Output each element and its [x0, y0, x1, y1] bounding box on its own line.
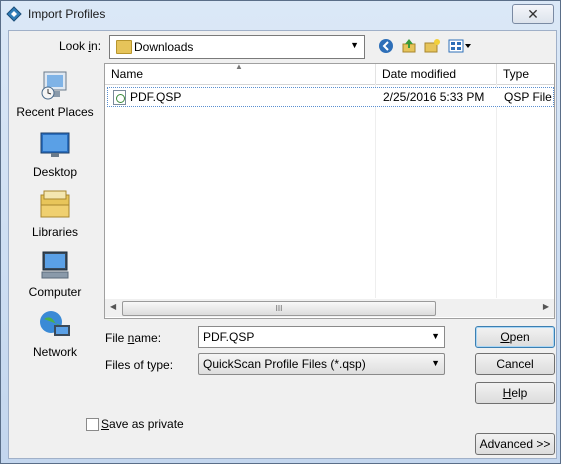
place-label: Desktop: [32, 165, 78, 179]
file-date-cell: 2/25/2016 5:33 PM: [383, 90, 485, 104]
file-name-value: PDF.QSP: [203, 330, 255, 344]
advanced-button[interactable]: Advanced >>: [475, 433, 555, 455]
file-row[interactable]: PDF.QSP 2/25/2016 5:33 PM QSP File: [107, 87, 554, 107]
place-libraries[interactable]: Libraries: [9, 189, 101, 239]
column-divider: [375, 84, 376, 298]
up-folder-icon[interactable]: [400, 37, 418, 55]
file-type-label: Files of type:: [105, 358, 174, 372]
save-as-private-label[interactable]: Save as private: [101, 417, 184, 431]
desktop-icon: [38, 129, 72, 161]
libraries-icon: [38, 189, 72, 221]
close-button[interactable]: ✕: [512, 4, 554, 24]
title-bar: Import Profiles ✕: [1, 1, 560, 27]
file-name-label: File name:: [105, 331, 162, 345]
place-label: Network: [32, 345, 77, 359]
chevron-down-icon[interactable]: ▼: [431, 331, 440, 341]
file-list-header: Name ▲ Date modified Type: [105, 62, 554, 85]
horizontal-scrollbar[interactable]: ◀ III ▶: [105, 299, 554, 317]
scroll-left-icon[interactable]: ◀: [110, 302, 116, 311]
help-button[interactable]: Help: [475, 382, 555, 404]
place-network[interactable]: Network: [9, 309, 101, 359]
scroll-right-icon[interactable]: ▶: [543, 302, 549, 311]
network-icon: [38, 309, 72, 341]
file-type-value: QuickScan Profile Files (*.qsp): [203, 357, 366, 371]
cancel-button[interactable]: Cancel: [475, 353, 555, 375]
place-computer[interactable]: Computer: [9, 249, 101, 299]
chevron-down-icon: ▼: [431, 358, 440, 368]
file-type-dropdown[interactable]: QuickScan Profile Files (*.qsp) ▼: [198, 353, 445, 375]
place-label: Recent Places: [16, 105, 94, 119]
column-divider: [496, 84, 497, 298]
column-separator: [496, 64, 497, 84]
file-name-cell: PDF.QSP: [130, 90, 182, 104]
column-separator: [375, 64, 376, 84]
sort-ascending-icon: ▲: [235, 62, 243, 71]
open-button[interactable]: Open: [475, 326, 555, 348]
computer-icon: [38, 249, 72, 281]
scroll-grip: III: [275, 304, 283, 313]
new-folder-icon[interactable]: [423, 37, 441, 55]
place-label: Libraries: [31, 225, 79, 239]
column-header-type[interactable]: Type: [503, 67, 529, 81]
qsp-file-icon: [113, 90, 126, 105]
app-icon: [6, 6, 22, 22]
column-header-name[interactable]: Name: [111, 67, 143, 81]
dialog-body: Look in: Downloads ▼ Recent Places Deskt…: [8, 30, 557, 459]
places-bar: Recent Places Desktop Libraries Computer: [9, 63, 101, 383]
place-label: Computer: [28, 285, 82, 299]
file-name-input[interactable]: PDF.QSP ▼: [198, 326, 445, 348]
recent-places-icon: [38, 69, 72, 101]
save-as-private-checkbox[interactable]: [86, 418, 99, 431]
folder-icon: [116, 40, 132, 54]
look-in-dropdown[interactable]: Downloads ▼: [109, 35, 365, 59]
column-header-date[interactable]: Date modified: [382, 67, 456, 81]
view-menu-icon[interactable]: [447, 37, 473, 55]
file-type-cell: QSP File: [504, 90, 552, 104]
chevron-down-icon: ▼: [350, 40, 359, 50]
look-in-value: Downloads: [134, 40, 194, 54]
close-icon: ✕: [527, 5, 539, 22]
look-in-label: Look in:: [59, 39, 102, 53]
place-desktop[interactable]: Desktop: [9, 129, 101, 179]
window-title: Import Profiles: [28, 7, 106, 21]
scroll-thumb[interactable]: III: [122, 301, 436, 316]
place-recent-places[interactable]: Recent Places: [9, 69, 101, 119]
file-list[interactable]: Name ▲ Date modified Type PDF.QSP 2/25/2…: [104, 62, 555, 319]
back-icon[interactable]: [377, 37, 395, 55]
import-profiles-dialog: Import Profiles ✕ Look in: Downloads ▼ R…: [0, 0, 561, 464]
